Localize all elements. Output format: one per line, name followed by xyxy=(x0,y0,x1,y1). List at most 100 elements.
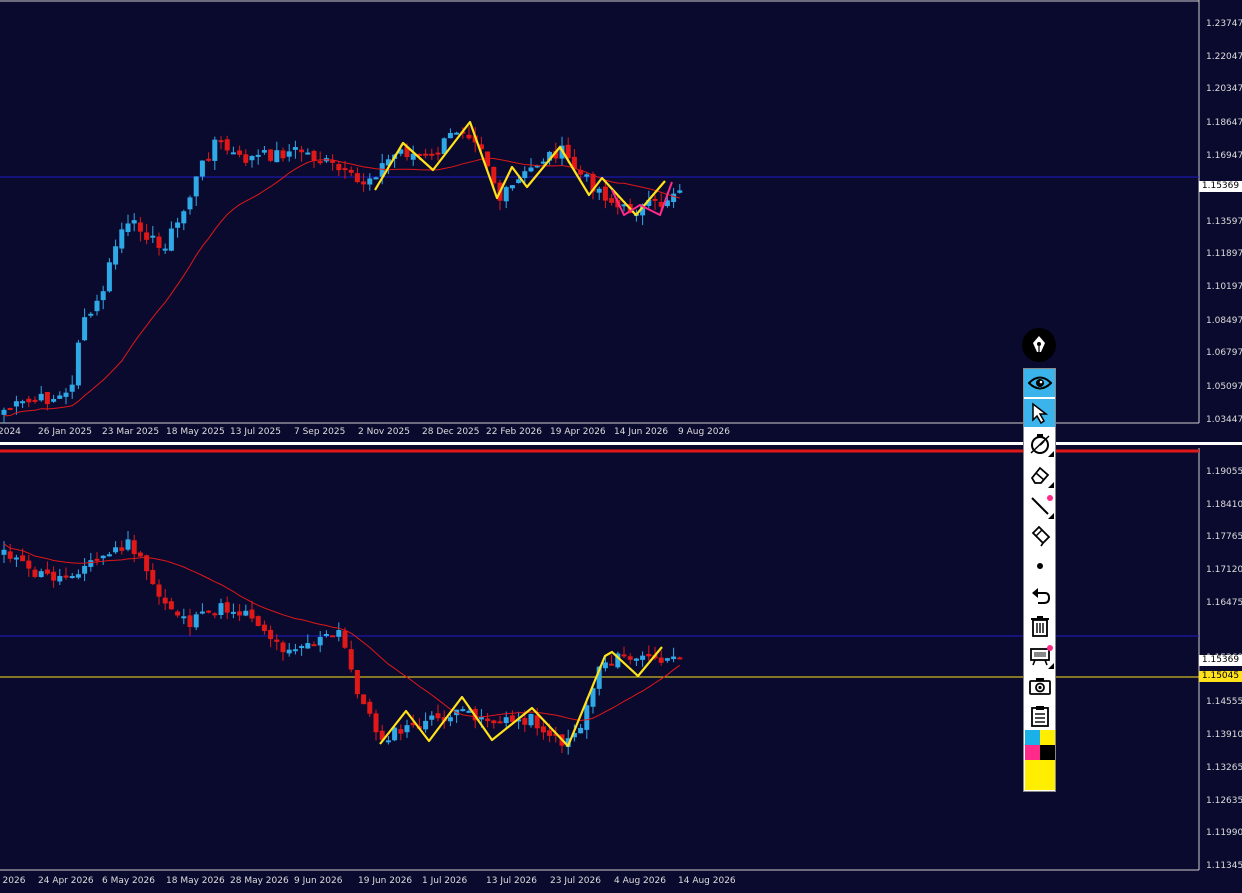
candle-body xyxy=(63,575,69,578)
price-axis-label: 1.14555 xyxy=(1206,697,1242,707)
candle-body xyxy=(609,198,615,203)
candle-body xyxy=(181,616,187,619)
screen-color-dot xyxy=(1047,645,1053,651)
candle-body xyxy=(13,401,19,407)
trash-icon[interactable] xyxy=(1024,612,1055,640)
candle-body xyxy=(299,646,305,649)
candle-body xyxy=(187,615,193,628)
candle-body xyxy=(137,552,143,557)
candle-body xyxy=(423,720,429,730)
candle-body xyxy=(361,694,367,705)
candle-body xyxy=(75,342,81,386)
timer-icon[interactable] xyxy=(1024,430,1055,458)
candle-body xyxy=(38,571,44,577)
candle-body xyxy=(75,574,81,578)
candle-body xyxy=(354,670,360,695)
price-axis-label: 1.18647 xyxy=(1206,118,1242,128)
candle-body xyxy=(224,139,230,151)
cursor-icon[interactable] xyxy=(1024,399,1055,427)
eraser-icon[interactable] xyxy=(1024,461,1055,489)
candle-body xyxy=(7,551,13,559)
candle-body xyxy=(578,727,584,734)
candle-body xyxy=(299,149,305,153)
candle-body xyxy=(1,409,7,415)
time-axis-label: 28 Dec 2025 xyxy=(422,427,480,437)
dot-icon[interactable] xyxy=(1024,552,1055,580)
candle-body xyxy=(249,609,255,619)
candle-body xyxy=(162,597,168,604)
candle-body xyxy=(44,569,50,574)
time-axis-label: r 2026 xyxy=(0,876,26,886)
trading-terminal-window: 1.23747 1.22047 1.20347 1.18647 1.16947 1.153… xyxy=(0,0,1242,893)
candle-body xyxy=(596,188,602,193)
price-axis-label: 1.23747 xyxy=(1206,19,1242,29)
candle-body xyxy=(243,154,249,163)
candle-body xyxy=(1,549,7,555)
candle-body xyxy=(677,657,683,660)
highlighter-icon[interactable] xyxy=(1024,522,1055,550)
candle-body xyxy=(119,229,125,249)
time-axis-label: 9 Aug 2026 xyxy=(678,427,730,437)
candle-body xyxy=(652,198,658,201)
price-axis-label: 1.11897 xyxy=(1206,249,1242,259)
candle-body xyxy=(51,571,57,581)
candle-body xyxy=(664,658,670,661)
candle-body xyxy=(268,149,274,161)
price-axis-label: 1.06797 xyxy=(1206,348,1242,358)
time-axis-label: 7 Sep 2025 xyxy=(294,427,346,437)
time-axis-label: 13 Jul 2026 xyxy=(486,876,537,886)
candle-body xyxy=(336,164,342,171)
candle-body xyxy=(156,584,162,597)
color-swatch-selected-yellow[interactable] xyxy=(1025,760,1055,790)
bottom-level-price-tag: 1.15045 xyxy=(1199,671,1242,682)
candle-body xyxy=(94,300,100,312)
candle-body xyxy=(602,186,608,201)
candle-body xyxy=(435,713,441,719)
candle-body xyxy=(330,635,336,638)
candle-body xyxy=(237,611,243,616)
color-swatch-black[interactable] xyxy=(1040,745,1055,760)
screen-icon[interactable] xyxy=(1024,642,1055,670)
candle-body xyxy=(503,187,509,202)
candle-body xyxy=(305,152,311,155)
price-axis-label: 1.03447 xyxy=(1206,415,1242,425)
time-axis-label: 9 Jun 2026 xyxy=(294,876,343,886)
candle-body xyxy=(280,642,286,653)
candle-body xyxy=(534,715,540,729)
candle-body xyxy=(627,656,633,660)
candle-body xyxy=(199,160,205,177)
color-swatch-yellow[interactable] xyxy=(1040,730,1055,745)
candle-body xyxy=(206,158,212,161)
pen-icon[interactable] xyxy=(1022,328,1056,362)
undo-icon[interactable] xyxy=(1024,582,1055,610)
color-swatch-magenta[interactable] xyxy=(1025,745,1040,760)
candle-body xyxy=(274,150,280,163)
color-swatch-cyan[interactable] xyxy=(1025,730,1040,745)
line-icon[interactable] xyxy=(1024,492,1055,520)
candle-body xyxy=(13,557,19,560)
candle-body xyxy=(317,161,323,164)
eraser-submenu-arrow xyxy=(1048,482,1054,488)
camera-icon[interactable] xyxy=(1024,672,1055,700)
candle-body xyxy=(199,611,205,614)
candle-body xyxy=(125,539,131,550)
candle-body xyxy=(224,602,230,613)
price-axis-label: 1.12635 xyxy=(1206,796,1242,806)
candle-body xyxy=(491,720,497,724)
candle-body xyxy=(106,262,112,292)
price-axis-label: 1.17120 xyxy=(1206,565,1242,575)
candle-body xyxy=(32,569,38,577)
moving-average-line xyxy=(3,157,680,417)
time-axis-label: 1 Jul 2026 xyxy=(422,876,468,886)
clipboard-icon[interactable] xyxy=(1024,702,1055,730)
price-axis-label: 1.19055 xyxy=(1206,467,1242,477)
candle-body xyxy=(361,181,367,185)
candle-body xyxy=(348,649,354,670)
candle-body xyxy=(44,392,50,405)
candle-body xyxy=(137,222,143,232)
candle-body xyxy=(485,718,491,722)
candle-body xyxy=(609,663,615,666)
candle-body xyxy=(640,655,646,660)
eye-icon[interactable] xyxy=(1024,369,1055,397)
candle-body xyxy=(162,248,168,251)
